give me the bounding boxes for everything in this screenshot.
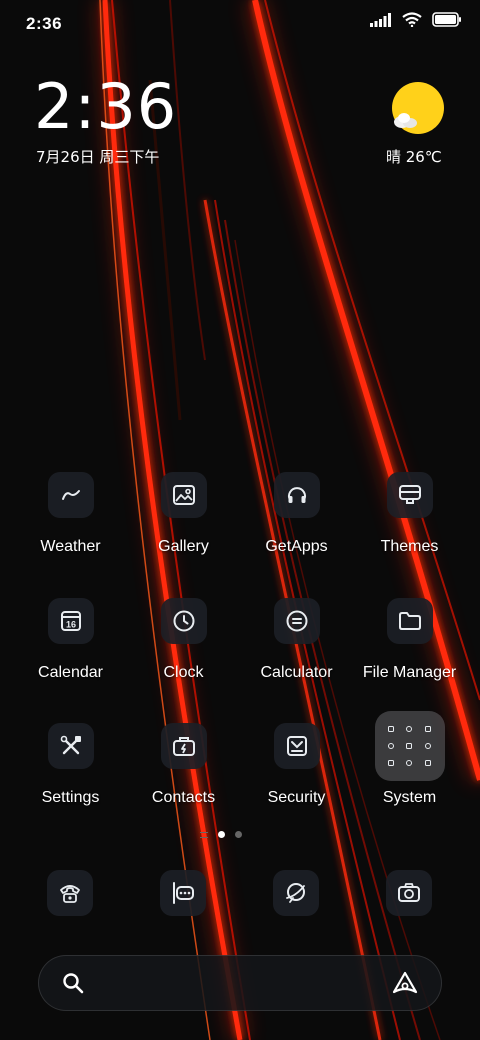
app-getapps[interactable]: GetApps xyxy=(240,472,353,556)
signal-icon xyxy=(370,12,391,27)
battery-icon xyxy=(432,12,461,27)
dock-messages[interactable] xyxy=(160,870,206,916)
themes-icon xyxy=(386,472,433,518)
search-bar[interactable] xyxy=(38,955,442,1011)
app-label: Settings xyxy=(41,789,100,806)
drawer-handle-icon xyxy=(200,831,208,838)
dock-camera[interactable] xyxy=(386,870,432,916)
clock-widget-date[interactable]: 7月26日 周三下午 xyxy=(36,146,159,167)
dock-browser[interactable] xyxy=(273,870,319,916)
calculator-icon xyxy=(273,598,320,644)
page-indicator[interactable] xyxy=(200,831,242,838)
app-security[interactable]: Security xyxy=(240,723,353,807)
app-contacts[interactable]: Contacts xyxy=(127,723,240,807)
calendar-icon: 16 xyxy=(47,598,94,644)
gallery-icon xyxy=(160,472,207,518)
status-bar-time: 2:36 xyxy=(26,14,63,33)
app-themes[interactable]: Themes xyxy=(353,472,466,556)
weather-text[interactable]: 晴 26℃ xyxy=(386,146,442,167)
browser-icon xyxy=(286,883,305,903)
dock-phone[interactable] xyxy=(47,870,93,916)
assistant-icon[interactable] xyxy=(391,970,419,996)
phone-icon xyxy=(60,885,80,903)
calendar-day-text: 16 xyxy=(65,620,75,630)
getapps-icon xyxy=(273,472,320,518)
security-icon xyxy=(273,723,320,769)
app-calendar[interactable]: 16 Calendar xyxy=(14,598,127,682)
camera-icon xyxy=(398,883,420,902)
app-label: Calculator xyxy=(260,664,333,681)
app-file-manager[interactable]: File Manager xyxy=(353,598,466,682)
app-weather[interactable]: Weather xyxy=(14,472,127,556)
messages-icon xyxy=(173,882,194,904)
sunny-cloud-icon[interactable] xyxy=(390,82,446,141)
clock-widget-time[interactable]: 2:36 xyxy=(34,76,177,138)
contacts-icon xyxy=(160,723,207,769)
system-folder-icon xyxy=(374,711,445,781)
app-label: File Manager xyxy=(362,664,457,681)
status-icons xyxy=(370,12,462,27)
app-label: Weather xyxy=(40,538,101,555)
app-label: GetApps xyxy=(265,538,328,555)
app-label: Gallery xyxy=(158,538,209,555)
app-clock[interactable]: Clock xyxy=(127,598,240,682)
app-label: Calendar xyxy=(38,664,103,681)
app-system-folder[interactable]: System xyxy=(353,711,466,807)
clock-icon xyxy=(160,598,207,644)
app-label: System xyxy=(382,789,437,806)
app-calculator[interactable]: Calculator xyxy=(240,598,353,682)
page-dot xyxy=(235,831,242,838)
settings-icon xyxy=(47,723,94,769)
folder-icon xyxy=(386,598,433,644)
app-label: Security xyxy=(267,789,326,806)
wifi-icon xyxy=(402,12,422,27)
weather-icon xyxy=(47,472,94,518)
search-icon[interactable] xyxy=(61,971,85,995)
app-label: Contacts xyxy=(151,789,216,806)
app-gallery[interactable]: Gallery xyxy=(127,472,240,556)
app-label: Themes xyxy=(380,538,439,555)
app-label: Clock xyxy=(163,664,204,681)
app-settings[interactable]: Settings xyxy=(14,723,127,807)
page-dot-active xyxy=(218,831,225,838)
